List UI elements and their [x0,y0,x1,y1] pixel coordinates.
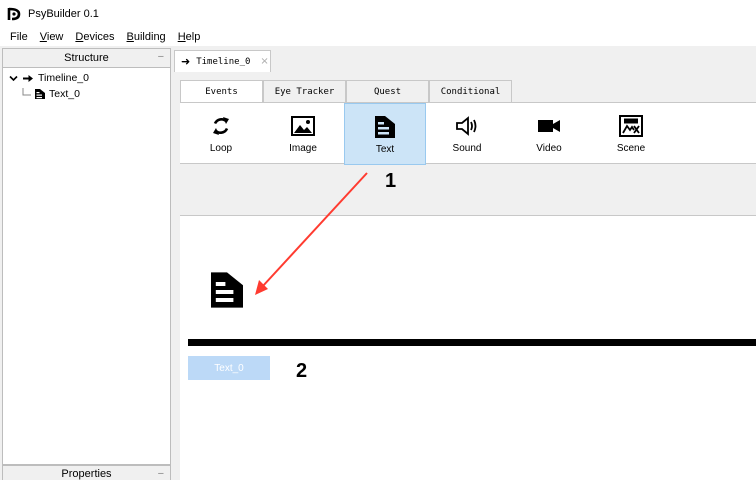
annotation-overlay [255,172,368,295]
annotation-arrow [261,172,368,288]
annotation-label-2: 2 [296,360,308,382]
annotation-label-1: 1 [385,170,397,192]
